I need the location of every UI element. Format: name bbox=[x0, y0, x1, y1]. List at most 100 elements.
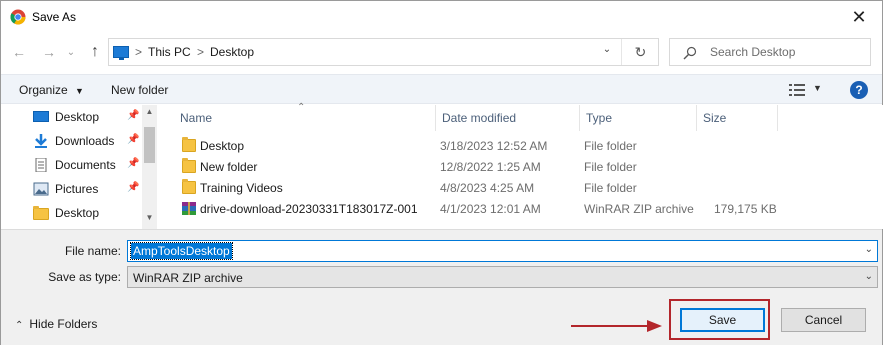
save-type-label: Save as type: bbox=[48, 270, 121, 284]
recent-locations-button[interactable]: ⌄ bbox=[61, 42, 81, 62]
documents-icon bbox=[35, 158, 47, 172]
chrome-icon bbox=[10, 9, 26, 25]
breadcrumb-this-pc[interactable]: This PC bbox=[148, 45, 191, 59]
file-name-label: File name: bbox=[64, 244, 121, 258]
organize-menu[interactable]: Organize ▼ bbox=[19, 83, 84, 97]
file-name: Desktop bbox=[200, 139, 245, 153]
folder-icon bbox=[182, 179, 196, 194]
file-list: ⌃ Name Date modified Type Size Desktop 3… bbox=[158, 102, 883, 229]
file-date: 4/8/2023 4:25 AM bbox=[440, 181, 535, 195]
nav-item-desktop-folder[interactable]: Desktop bbox=[33, 202, 143, 224]
scroll-down-icon[interactable]: ▼ bbox=[142, 213, 157, 225]
chevron-down-icon: ⌄ bbox=[602, 44, 612, 55]
pin-icon: 📌 bbox=[127, 182, 140, 193]
download-icon bbox=[35, 134, 47, 148]
file-size: 179,175 KB bbox=[714, 202, 777, 216]
arrow-left-icon: ← bbox=[12, 44, 26, 60]
navigation-pane: Desktop 📌 Downloads 📌 Documents 📌 Pictur… bbox=[1, 105, 158, 229]
file-type: File folder bbox=[584, 139, 637, 153]
file-name-input[interactable]: AmpToolsDesktop ⌄ bbox=[127, 240, 878, 262]
nav-scrollbar[interactable]: ▲ ▼ bbox=[142, 105, 157, 229]
file-date: 4/1/2023 12:01 AM bbox=[440, 202, 541, 216]
pin-icon: 📌 bbox=[127, 110, 140, 121]
chevron-down-icon[interactable]: ⌄ bbox=[865, 244, 873, 255]
title-bar: Save As ✕ bbox=[1, 1, 882, 33]
annotation-arrow-icon bbox=[571, 320, 662, 332]
column-header-name[interactable]: Name bbox=[174, 105, 436, 131]
save-button[interactable]: Save bbox=[680, 308, 765, 332]
nav-item-documents[interactable]: Documents 📌 bbox=[33, 154, 143, 176]
this-pc-icon bbox=[113, 46, 129, 60]
save-as-dialog: Save As ✕ ← → ⌄ ↑ > This PC > Desktop ⌄ … bbox=[0, 0, 883, 345]
file-row[interactable]: Desktop 3/18/2023 12:52 AM File folder bbox=[174, 136, 874, 157]
winrar-archive-icon bbox=[182, 202, 196, 215]
folder-icon bbox=[182, 158, 196, 173]
file-row[interactable]: New folder 12/8/2022 1:25 AM File folder bbox=[174, 157, 874, 178]
new-folder-button[interactable]: New folder bbox=[111, 83, 168, 97]
breadcrumb-desktop[interactable]: Desktop bbox=[210, 45, 254, 59]
file-name: Training Videos bbox=[200, 181, 283, 195]
folder-icon bbox=[182, 137, 196, 152]
search-icon bbox=[683, 46, 697, 60]
close-icon: ✕ bbox=[851, 6, 867, 27]
folder-icon bbox=[33, 206, 49, 220]
file-row[interactable]: drive-download-20230331T183017Z-001 4/1/… bbox=[174, 199, 874, 220]
file-type: File folder bbox=[584, 160, 637, 174]
nav-item-downloads[interactable]: Downloads 📌 bbox=[33, 130, 143, 152]
caret-down-icon[interactable]: ▼ bbox=[813, 83, 822, 93]
search-box[interactable]: Search Desktop bbox=[669, 38, 871, 66]
organize-label: Organize bbox=[19, 83, 68, 97]
view-options-icon[interactable] bbox=[789, 83, 805, 97]
column-header-date[interactable]: Date modified bbox=[436, 105, 580, 131]
help-label: ? bbox=[855, 83, 863, 97]
nav-item-label: Desktop bbox=[55, 206, 100, 220]
back-button[interactable]: ← bbox=[9, 42, 29, 62]
arrow-right-icon: → bbox=[42, 44, 56, 60]
chevron-up-icon: ⌃ bbox=[15, 320, 24, 331]
file-date: 12/8/2022 1:25 AM bbox=[440, 160, 541, 174]
scroll-up-icon[interactable]: ▲ bbox=[142, 107, 157, 119]
nav-item-pictures[interactable]: Pictures 📌 bbox=[33, 178, 143, 200]
file-name: New folder bbox=[200, 160, 258, 174]
address-bar[interactable]: > This PC > Desktop ⌄ ↻ bbox=[108, 38, 659, 66]
arrow-up-icon: ↑ bbox=[91, 43, 99, 60]
chevron-down-icon: ⌄ bbox=[864, 271, 873, 282]
refresh-button[interactable]: ↻ bbox=[621, 39, 659, 65]
cancel-button[interactable]: Cancel bbox=[781, 308, 866, 332]
caret-down-icon: ▼ bbox=[75, 86, 84, 96]
address-dropdown-button[interactable]: ⌄ bbox=[600, 44, 614, 60]
pin-icon: 📌 bbox=[127, 134, 140, 145]
file-date: 3/18/2023 12:52 AM bbox=[440, 139, 548, 153]
file-type: File folder bbox=[584, 181, 637, 195]
hide-folders-button[interactable]: ⌃ Hide Folders bbox=[15, 317, 97, 331]
desktop-icon bbox=[33, 111, 49, 122]
search-placeholder: Search Desktop bbox=[710, 45, 796, 59]
hide-folders-label: Hide Folders bbox=[29, 317, 98, 331]
up-button[interactable]: ↑ bbox=[85, 42, 105, 62]
file-name-value[interactable]: AmpToolsDesktop bbox=[130, 242, 233, 260]
close-button[interactable]: ✕ bbox=[836, 1, 882, 33]
breadcrumb-separator-icon: > bbox=[135, 45, 143, 59]
forward-button[interactable]: → bbox=[39, 42, 59, 62]
column-header-size[interactable]: Size bbox=[697, 105, 778, 131]
refresh-icon: ↻ bbox=[634, 43, 647, 60]
help-icon[interactable]: ? bbox=[850, 81, 868, 99]
breadcrumb-separator-icon: > bbox=[197, 45, 205, 59]
save-type-value: WinRAR ZIP archive bbox=[133, 271, 243, 285]
file-type: WinRAR ZIP archive bbox=[584, 202, 694, 216]
column-header-type[interactable]: Type bbox=[580, 105, 697, 131]
file-name: drive-download-20230331T183017Z-001 bbox=[200, 202, 418, 216]
save-type-select[interactable]: WinRAR ZIP archive ⌄ bbox=[127, 266, 878, 288]
pin-icon: 📌 bbox=[127, 158, 140, 169]
scroll-thumb[interactable] bbox=[144, 127, 155, 163]
chevron-down-icon: ⌄ bbox=[66, 46, 76, 58]
nav-item-label: Documents bbox=[55, 158, 116, 172]
nav-item-desktop[interactable]: Desktop 📌 bbox=[33, 106, 143, 128]
pictures-icon bbox=[33, 182, 49, 196]
command-toolbar: Organize ▼ New folder ▼ ? bbox=[1, 74, 882, 104]
file-row[interactable]: Training Videos 4/8/2023 4:25 AM File fo… bbox=[174, 178, 874, 199]
window-title: Save As bbox=[32, 10, 77, 24]
nav-item-label: Desktop bbox=[55, 110, 100, 124]
nav-item-label: Downloads bbox=[55, 134, 115, 148]
nav-item-label: Pictures bbox=[55, 182, 99, 196]
